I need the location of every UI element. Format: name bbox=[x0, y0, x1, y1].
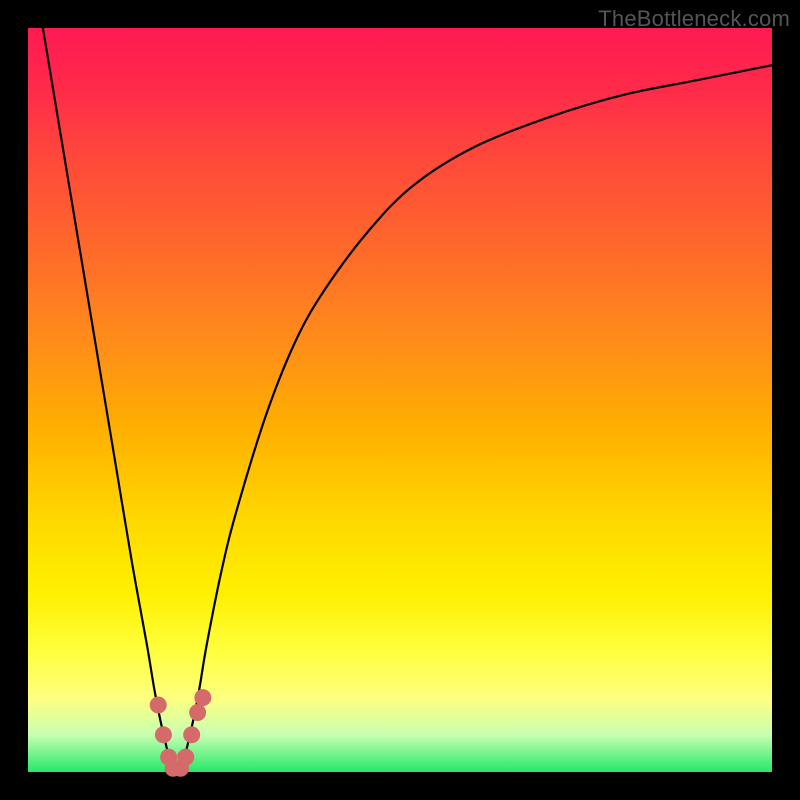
highlight-marker bbox=[150, 697, 167, 714]
highlight-marker bbox=[155, 726, 172, 743]
highlight-marker bbox=[189, 704, 206, 721]
highlight-marker bbox=[177, 749, 194, 766]
highlight-markers bbox=[150, 689, 212, 777]
highlight-marker bbox=[194, 689, 211, 706]
highlight-marker bbox=[183, 726, 200, 743]
watermark-text: TheBottleneck.com bbox=[598, 6, 790, 32]
curve-layer bbox=[28, 28, 772, 772]
chart-frame bbox=[28, 28, 772, 772]
bottleneck-curve bbox=[43, 28, 772, 772]
